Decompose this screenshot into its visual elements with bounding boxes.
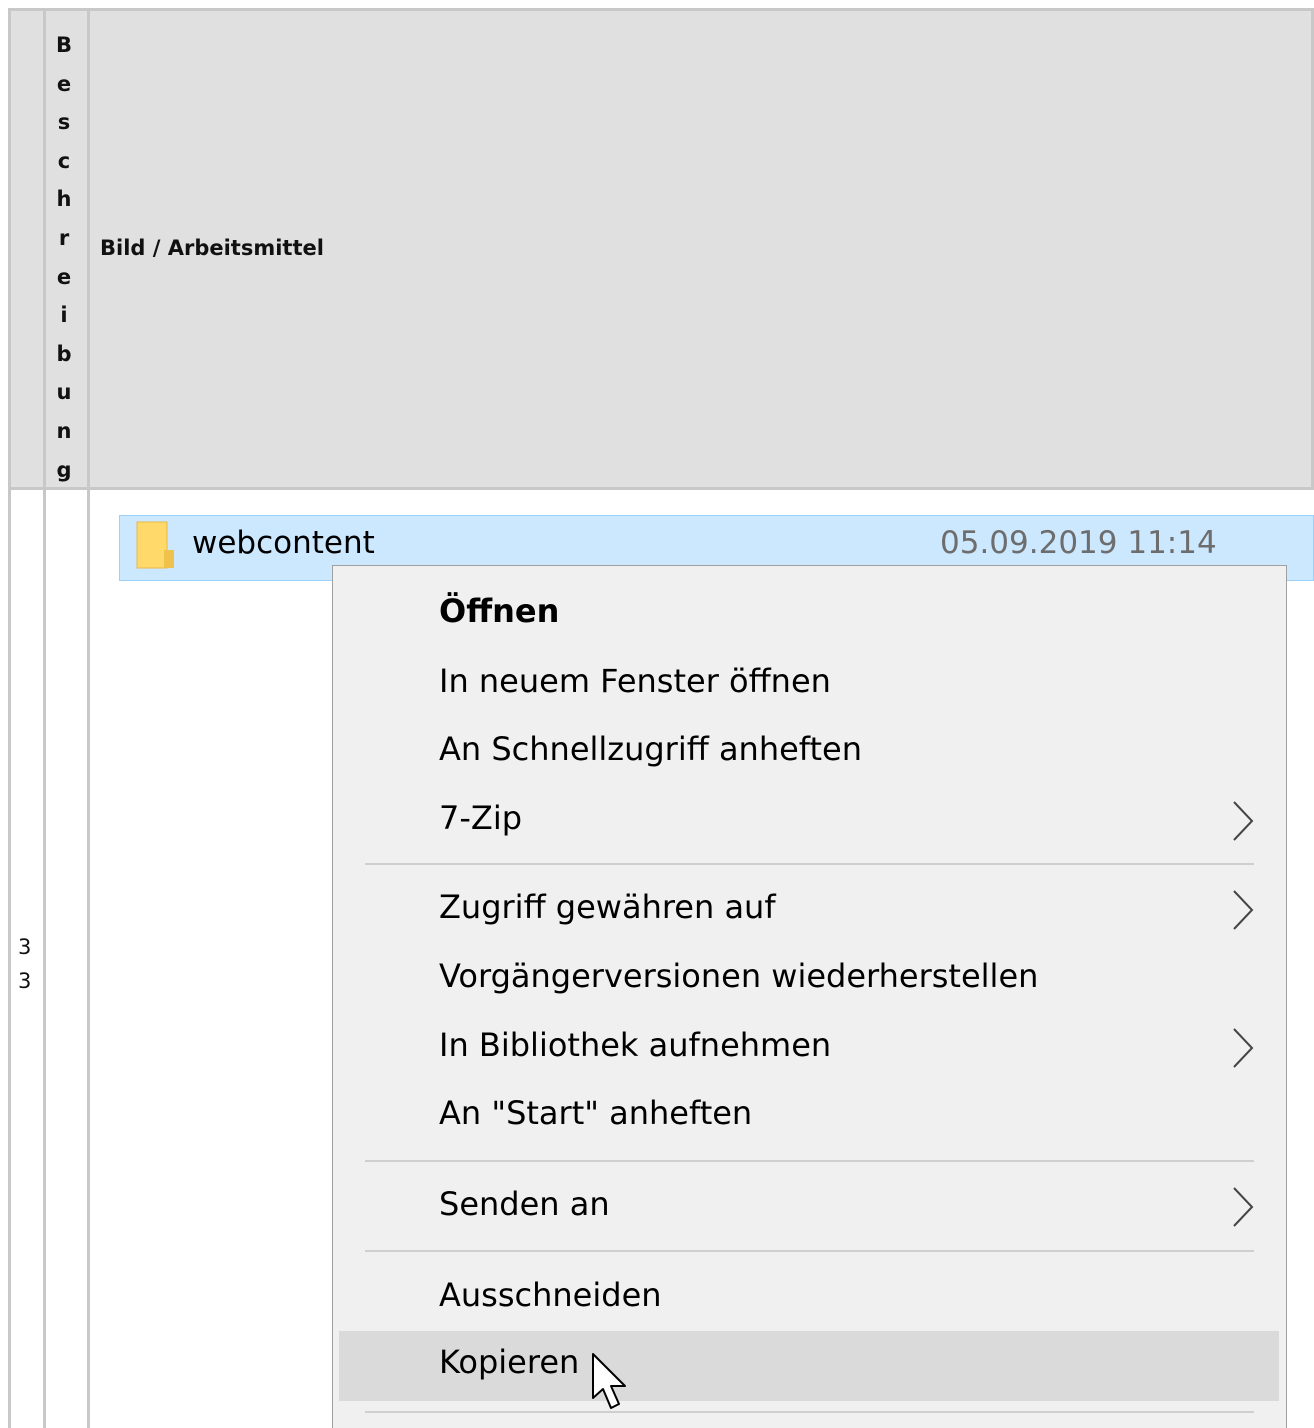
menu-item-7zip[interactable]: 7-Zip: [439, 799, 522, 837]
row-number-digit: 3: [18, 969, 32, 993]
header-letter: e: [56, 264, 72, 289]
table-border-middle: [8, 487, 1314, 490]
chevron-right-icon: [1233, 1187, 1254, 1227]
menu-item-cut[interactable]: Ausschneiden: [439, 1276, 662, 1314]
menu-separator: [365, 1411, 1254, 1413]
table-border-col2: [87, 8, 90, 1428]
menu-item-pin-start[interactable]: An "Start" anheften: [439, 1094, 752, 1132]
chevron-right-icon: [1233, 890, 1254, 930]
header-letter: i: [60, 303, 68, 328]
menu-item-send-to[interactable]: Senden an: [439, 1185, 610, 1223]
menu-separator: [365, 863, 1254, 865]
table-border-col1: [43, 8, 46, 1428]
folder-icon: [136, 521, 174, 569]
header-letter: u: [56, 380, 72, 405]
chevron-right-icon: [1233, 1028, 1254, 1068]
table-border-top: [8, 8, 1314, 11]
header-beschreibung: B e s c h r e i b u n g: [49, 26, 79, 489]
header-letter: B: [55, 33, 72, 57]
mouse-cursor-icon: [592, 1353, 626, 1409]
header-letter: s: [57, 110, 71, 135]
menu-item-give-access[interactable]: Zugriff gewähren auf: [439, 888, 776, 926]
menu-item-open[interactable]: Öffnen: [439, 592, 559, 630]
chevron-right-icon: [1233, 801, 1254, 841]
menu-separator: [365, 1160, 1254, 1162]
file-date: 05.09.2019 11:14: [940, 525, 1217, 561]
context-menu: Öffnen In neuem Fenster öffnen An Schnel…: [332, 565, 1287, 1428]
header-letter: c: [57, 148, 71, 173]
file-name: webcontent: [192, 525, 375, 561]
menu-item-copy[interactable]: Kopieren: [439, 1343, 579, 1381]
menu-separator: [365, 1250, 1254, 1252]
menu-item-restore-versions[interactable]: Vorgängerversionen wiederherstellen: [439, 957, 1038, 995]
row-number: 3 3: [18, 930, 38, 998]
header-letter: r: [58, 225, 70, 250]
header-letter: h: [56, 187, 72, 212]
header-letter: n: [56, 418, 72, 443]
documentation-table: B e s c h r e i b u n g Bild / Arbeitsmi…: [0, 0, 1314, 1428]
header-letter: b: [56, 341, 72, 366]
row-number-digit: 3: [18, 935, 32, 959]
menu-item-pin-quick-access[interactable]: An Schnellzugriff anheften: [439, 730, 862, 768]
menu-item-open-new-window[interactable]: In neuem Fenster öffnen: [439, 662, 831, 700]
header-letter: e: [56, 71, 72, 96]
table-border-left: [8, 8, 11, 1428]
header-bild-arbeitsmittel: Bild / Arbeitsmittel: [100, 236, 324, 260]
menu-item-include-library[interactable]: In Bibliothek aufnehmen: [439, 1026, 831, 1064]
header-letter: g: [56, 457, 72, 482]
